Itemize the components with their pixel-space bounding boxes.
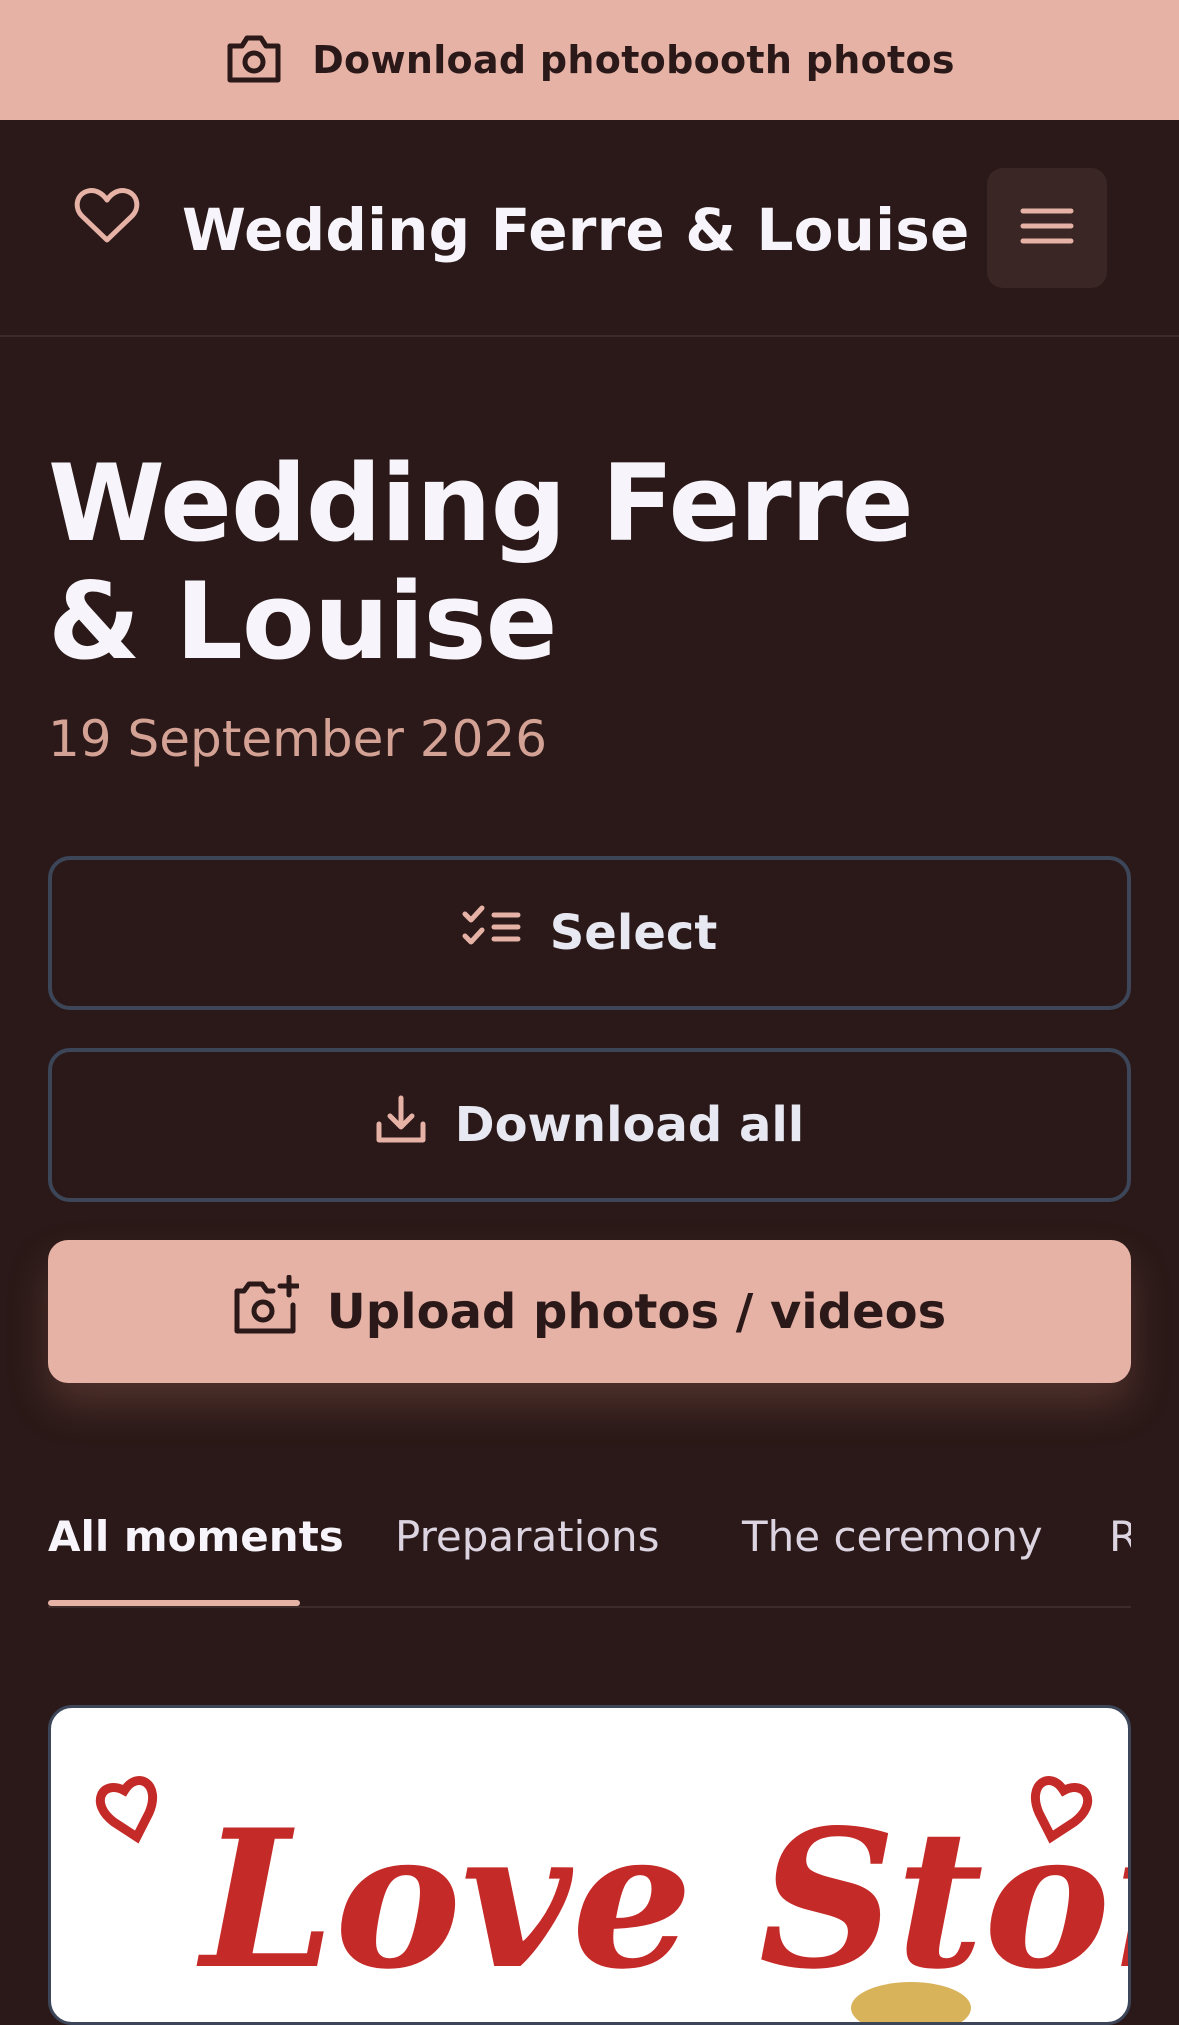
photobooth-download-banner[interactable]: Download photobooth photos: [0, 0, 1179, 120]
header-title: Wedding Ferre & Louise: [182, 196, 970, 264]
select-label: Select: [549, 905, 718, 961]
camera-icon: [224, 30, 284, 90]
app-header: Wedding Ferre & Louise: [0, 120, 1179, 337]
menu-button[interactable]: [987, 168, 1107, 288]
banner-label: Download photobooth photos: [312, 38, 955, 82]
upload-label: Upload photos / videos: [326, 1283, 947, 1340]
love-story-text: Love Story: [196, 1788, 1131, 2011]
select-button[interactable]: Select: [48, 856, 1131, 1010]
tab-all-moments[interactable]: All moments: [48, 1512, 344, 1561]
photo-card[interactable]: Love Story: [48, 1705, 1131, 2025]
download-all-button[interactable]: Download all: [48, 1048, 1131, 1202]
love-story-image: Love Story: [95, 1776, 1131, 2022]
page-title: Wedding Ferre & Louise: [48, 442, 914, 683]
upload-photos-button[interactable]: Upload photos / videos: [48, 1240, 1131, 1383]
checklist-icon: [462, 904, 522, 962]
hamburger-menu-icon: [1019, 205, 1075, 251]
tab-the-ceremony[interactable]: The ceremony: [742, 1512, 1043, 1561]
download-all-label: Download all: [454, 1097, 805, 1153]
left-heart-icon: [95, 1776, 158, 1844]
tab-preparations[interactable]: Preparations: [395, 1512, 660, 1561]
active-tab-indicator: [48, 1600, 300, 1606]
tab-overflow[interactable]: R: [1109, 1512, 1131, 1561]
moment-tabs: All moments Preparations The ceremony R: [48, 1490, 1131, 1608]
camera-plus-icon: [233, 1274, 301, 1349]
download-icon: [375, 1094, 427, 1156]
event-date: 19 September 2026: [48, 710, 548, 768]
